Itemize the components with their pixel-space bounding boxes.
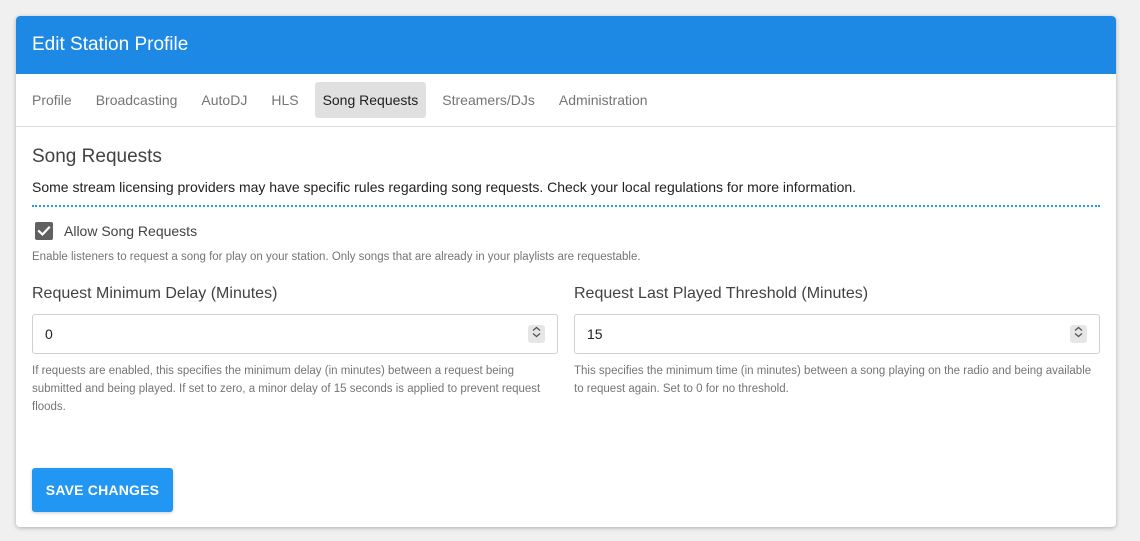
- threshold-value[interactable]: 15: [587, 326, 603, 342]
- section-description: Some stream licensing providers may have…: [32, 179, 857, 195]
- threshold-input[interactable]: 15: [574, 314, 1100, 354]
- save-changes-button[interactable]: SAVE CHANGES: [32, 468, 173, 512]
- min-delay-spinner[interactable]: [528, 325, 545, 343]
- allow-requests-row: Allow Song Requests: [32, 220, 1100, 242]
- tab-administration[interactable]: Administration: [551, 82, 656, 118]
- min-delay-value[interactable]: 0: [45, 326, 53, 342]
- tab-autodj[interactable]: AutoDJ: [193, 82, 255, 118]
- min-delay-field: Request Minimum Delay (Minutes) 0 If req…: [32, 285, 558, 416]
- page-title: Edit Station Profile: [32, 34, 189, 55]
- card-header: Edit Station Profile: [16, 16, 1116, 74]
- tab-song-requests[interactable]: Song Requests: [314, 82, 427, 118]
- up-down-chevron-icon: [532, 325, 541, 343]
- tab-streamers-djs[interactable]: Streamers/DJs: [434, 82, 543, 118]
- tab-bar: Profile Broadcasting AutoDJ HLS Song Req…: [16, 74, 1116, 127]
- allow-requests-checkbox[interactable]: [35, 222, 53, 240]
- threshold-field: Request Last Played Threshold (Minutes) …: [574, 285, 1100, 416]
- threshold-label: Request Last Played Threshold (Minutes): [574, 285, 869, 302]
- allow-requests-label[interactable]: Allow Song Requests: [64, 223, 197, 239]
- threshold-help: This specifies the minimum time (in minu…: [574, 365, 1092, 395]
- allow-requests-help: Enable listeners to request a song for p…: [32, 251, 641, 263]
- min-delay-label: Request Minimum Delay (Minutes): [32, 285, 278, 302]
- edit-station-profile-card: Edit Station Profile Profile Broadcastin…: [16, 16, 1116, 527]
- checkmark-icon: [37, 224, 51, 238]
- min-delay-input[interactable]: 0: [32, 314, 558, 354]
- tab-hls[interactable]: HLS: [263, 82, 306, 118]
- min-delay-help: If requests are enabled, this specifies …: [32, 365, 541, 413]
- tab-profile[interactable]: Profile: [24, 82, 80, 118]
- tab-broadcasting[interactable]: Broadcasting: [88, 82, 186, 118]
- form-body: Song Requests Some stream licensing prov…: [16, 146, 1116, 416]
- up-down-chevron-icon: [1074, 325, 1083, 343]
- section-title: Song Requests: [32, 146, 162, 167]
- threshold-spinner[interactable]: [1070, 325, 1087, 343]
- field-row: Request Minimum Delay (Minutes) 0 If req…: [32, 285, 1100, 416]
- section-divider: [32, 205, 1100, 207]
